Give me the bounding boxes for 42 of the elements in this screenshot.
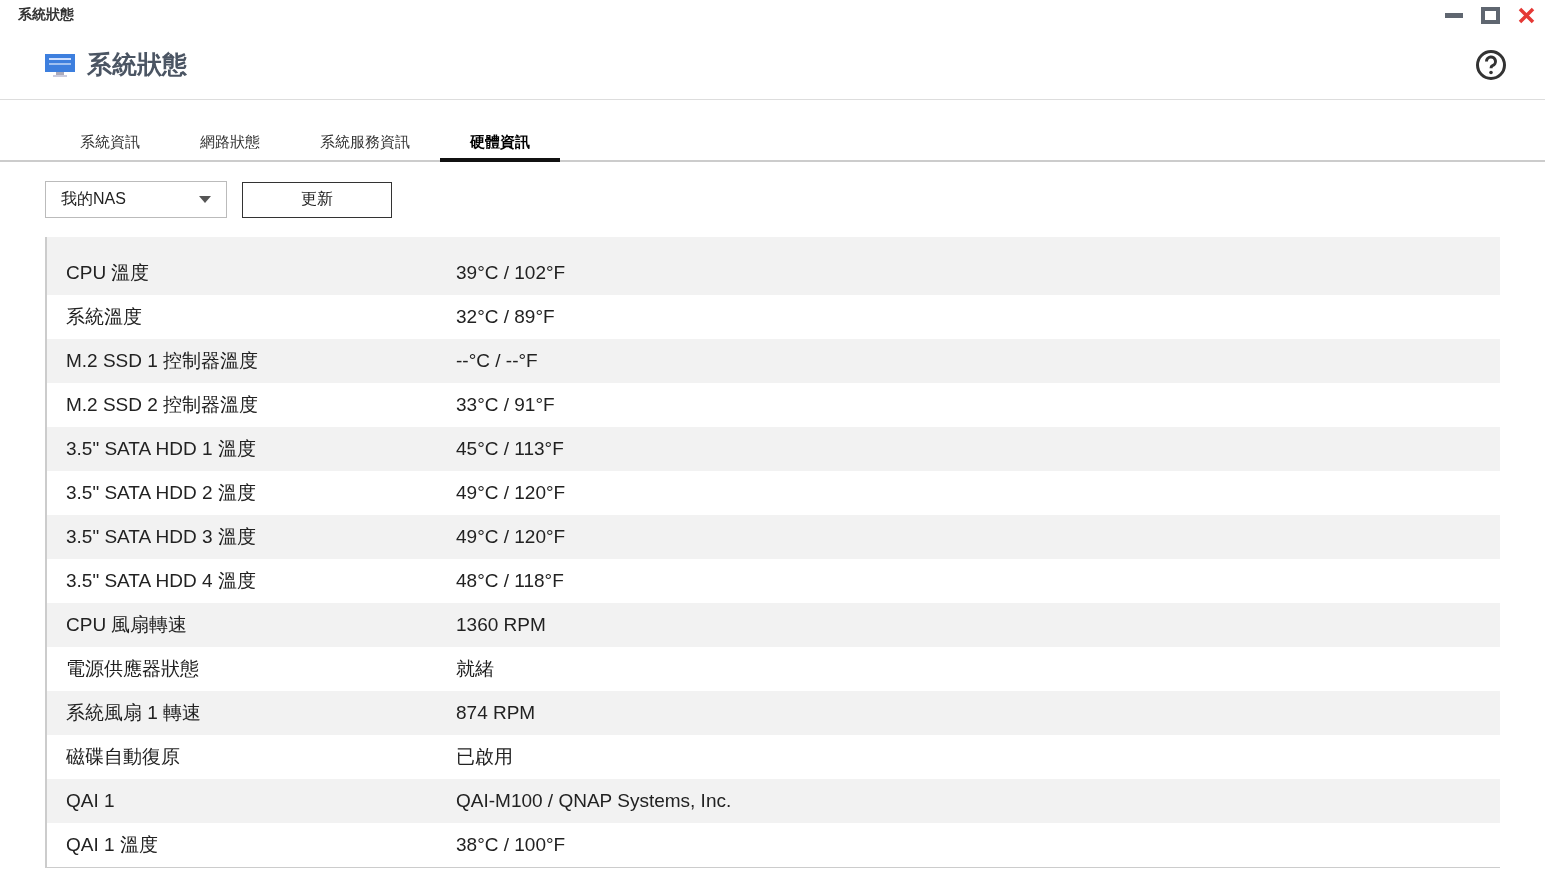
row-value: 就緒 [456,657,494,681]
row-label: CPU 溫度 [65,261,151,285]
caret-icon [199,196,211,203]
row-value: 49°C / 120°F [456,482,566,504]
row-value: --°C / --°F [456,350,538,372]
monitor-icon [45,51,75,78]
row-value: 48°C / 118°F [456,570,564,592]
row-value: 38°C / 100°F [456,834,566,856]
row-label: 3.5" SATA HDD 4 溫度 [65,569,257,593]
help-icon[interactable] [1475,48,1507,81]
tab[interactable]: 硬體資訊 [440,133,560,162]
row-label: 3.5" SATA HDD 1 溫度 [65,437,257,461]
row-value: 1360 RPM [456,614,546,636]
row-value: 33°C / 91°F [456,394,555,416]
minimize-icon[interactable] [1445,12,1463,18]
maximize-icon[interactable] [1481,6,1500,24]
row-value: 874 RPM [456,702,536,724]
row-label: 3.5" SATA HDD 3 溫度 [65,525,257,549]
refresh-button[interactable]: 更新 [242,181,392,218]
row-label: 電源供應器狀態 [65,657,200,681]
row-label: CPU 風扇轉速 [65,613,189,637]
row-value: 32°C / 89°F [456,306,555,328]
row-value: 45°C / 113°F [456,438,564,460]
row-label: 3.5" SATA HDD 2 溫度 [65,481,257,505]
tab[interactable]: 網路狀態 [170,133,290,162]
close-icon[interactable] [1518,6,1535,24]
row-label: M.2 SSD 2 控制器溫度 [65,393,260,417]
row-label: 磁碟自動復原 [65,745,181,769]
tab[interactable]: 系統資訊 [50,133,170,162]
row-label: QAI 1 溫度 [65,833,159,857]
row-value: 49°C / 120°F [456,526,566,548]
tab[interactable]: 系統服務資訊 [290,133,440,162]
row-label: M.2 SSD 1 控制器溫度 [65,349,260,373]
row-label: QAI 1 [65,790,116,812]
row-label: 系統溫度 [65,305,143,329]
row-value: 39°C / 102°F [456,262,566,284]
row-value: QAI-M100 / QNAP Systems, Inc. [456,790,732,812]
row-label: 系統風扇 1 轉速 [65,701,203,725]
row-value: 已啟用 [456,745,513,769]
device-dropdown[interactable]: 我的NAS [45,181,227,218]
page-title: 系統狀態 [87,49,188,80]
window-title: 系統狀態 [18,6,75,24]
